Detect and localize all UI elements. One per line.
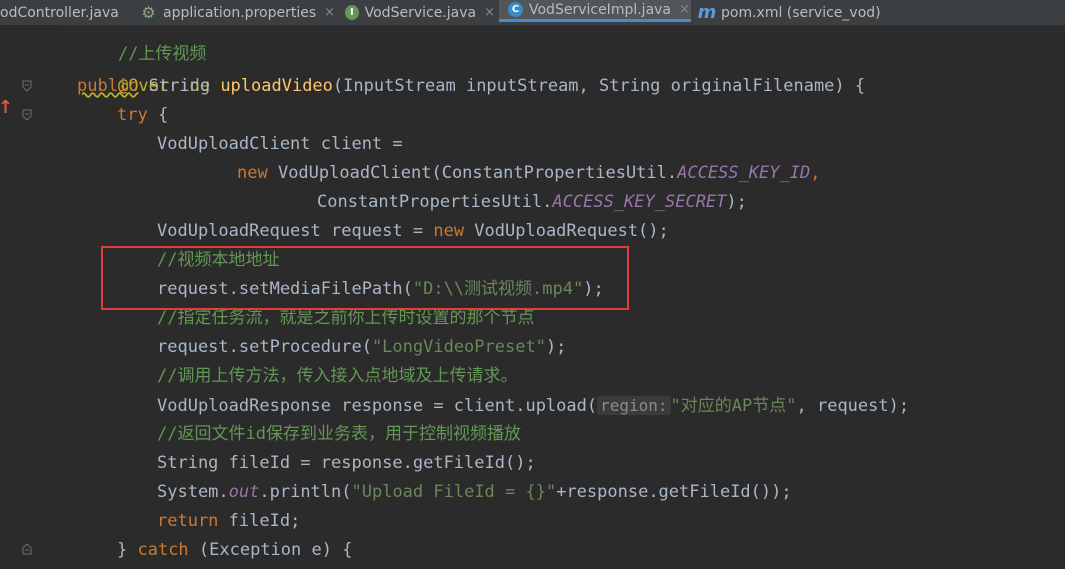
code-line: VodUploadClient client = <box>157 130 403 159</box>
static-field: out <box>228 482 260 502</box>
tab-label: odController.java <box>0 4 119 21</box>
code-line: try { <box>117 101 168 130</box>
maven-icon: m <box>697 2 717 23</box>
string-literal: "对应的AP节点" <box>670 396 797 416</box>
code-text: ); <box>726 192 747 212</box>
code-text: +response.getFileId()); <box>556 482 792 502</box>
code-text: System. <box>157 482 229 502</box>
code-text: VodUploadClient(ConstantPropertiesUtil. <box>267 163 678 183</box>
keyword: return <box>157 511 219 531</box>
parameter-hint: region: <box>597 396 671 415</box>
comment: //指定任务流，就是之前你上传时设置的那个节点 <box>157 308 535 328</box>
keyword: try <box>117 105 148 125</box>
code-line: request.setProcedure("LongVideoPreset"); <box>157 333 566 362</box>
code-line: @Override <box>77 43 210 96</box>
code-line: public String uploadVideo(InputStream in… <box>77 72 865 101</box>
java-class-icon: C <box>508 2 523 17</box>
string-literal: "Upload FileId = {}" <box>351 482 557 502</box>
comment: //调用上传方法，传入接入点地域及上传请求。 <box>157 366 518 386</box>
code-line: System.out.println("Upload FileId = {}"+… <box>157 478 792 507</box>
code-text: , <box>810 163 821 183</box>
java-interface-icon: I <box>345 5 359 20</box>
tab-label: VodServiceImpl.java <box>529 1 672 18</box>
editor-tab-bar: odController.java ⚙ application.properti… <box>0 0 1065 26</box>
code-line: return fileId; <box>157 507 300 536</box>
code-line: //调用上传方法，传入接入点地域及上传请求。 <box>157 362 517 391</box>
constant: ACCESS_KEY_ID <box>677 163 811 183</box>
code-text: ); <box>545 337 567 357</box>
tab-label: application.properties <box>163 4 317 21</box>
string-literal: "LongVideoPreset" <box>371 337 546 357</box>
tab-application-properties[interactable]: ⚙ application.properties × <box>140 0 340 25</box>
keyword: public <box>77 76 139 96</box>
code-text: VodUploadRequest(); <box>464 221 669 241</box>
code-text: (Exception e) { <box>188 540 353 560</box>
tab-vod-controller[interactable]: odController.java <box>0 0 134 25</box>
code-line: //上传视频 <box>77 25 206 64</box>
code-text: request.setProcedure( <box>157 337 372 357</box>
highlight-box <box>101 246 629 310</box>
tab-vod-service-impl[interactable]: C VodServiceImpl.java × <box>499 0 691 22</box>
code-line: //返回文件id保存到业务表，用于控制视频播放 <box>157 420 521 449</box>
keyword: catch <box>137 540 189 560</box>
code-text: VodUploadRequest request = <box>157 221 434 241</box>
code-text: VodUploadClient client = <box>157 134 403 154</box>
code-line: VodUploadRequest request = new VodUpload… <box>157 217 669 246</box>
method-name: uploadVideo <box>220 76 333 96</box>
tab-label: VodService.java <box>364 4 477 21</box>
comment: //返回文件id保存到业务表，用于控制视频播放 <box>157 424 521 444</box>
code-text: String <box>138 76 221 96</box>
code-line: new VodUploadClient(ConstantPropertiesUt… <box>237 159 820 188</box>
code-line: ConstantPropertiesUtil.ACCESS_KEY_SECRET… <box>317 188 747 217</box>
close-icon[interactable]: × <box>679 2 690 17</box>
code-text: , request); <box>796 396 910 416</box>
code-text: ConstantPropertiesUtil. <box>317 192 553 212</box>
code-line: String fileId = response.getFileId(); <box>157 449 536 478</box>
keyword: new <box>237 163 268 183</box>
tab-pom-xml[interactable]: m pom.xml (service_vod) <box>697 0 897 25</box>
tab-vod-service[interactable]: I VodService.java × <box>345 0 495 25</box>
code-line: VodUploadResponse response = client.uplo… <box>157 391 909 420</box>
spring-properties-icon: ⚙ <box>141 3 156 22</box>
code-text: String fileId = response.getFileId(); <box>157 453 536 473</box>
tab-label: pom.xml (service_vod) <box>721 4 881 21</box>
code-text: VodUploadResponse response = client.uplo… <box>157 396 598 416</box>
constant: ACCESS_KEY_SECRET <box>552 192 727 212</box>
close-icon[interactable]: × <box>324 5 335 20</box>
code-text: (InputStream inputStream, String origina… <box>332 76 866 96</box>
code-text: fileId; <box>218 511 301 531</box>
code-text: } <box>117 540 138 560</box>
keyword: new <box>433 221 465 241</box>
code-text: .println( <box>259 482 352 502</box>
code-line: } catch (Exception e) { <box>117 536 352 565</box>
close-icon[interactable]: × <box>484 5 495 20</box>
code-text: { <box>147 105 169 125</box>
